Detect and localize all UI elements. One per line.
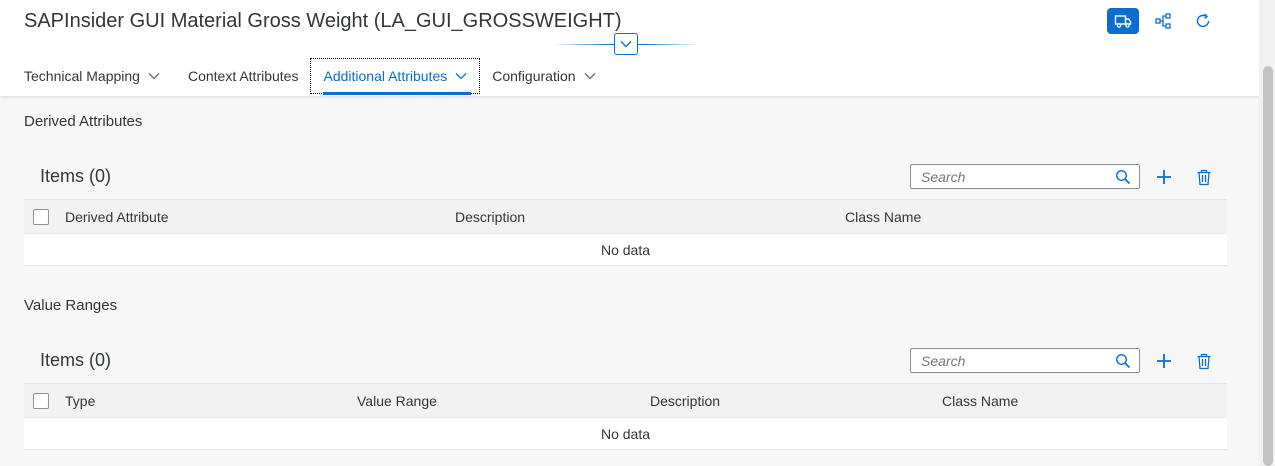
- add-button[interactable]: [1153, 350, 1175, 372]
- tab-label: Additional Attributes: [323, 68, 448, 84]
- trash-icon: [1197, 353, 1211, 369]
- chevron-down-icon: [455, 72, 467, 80]
- scrollbar-thumb[interactable]: [1263, 66, 1273, 466]
- column-header[interactable]: Description: [455, 209, 525, 225]
- column-header[interactable]: Type: [65, 393, 95, 409]
- select-all-checkbox[interactable]: [33, 393, 49, 409]
- truck-button[interactable]: [1107, 8, 1139, 34]
- tab-label: Configuration: [492, 68, 576, 84]
- no-data-row: No data: [24, 418, 1227, 450]
- search-input[interactable]: [911, 352, 1107, 369]
- table-header-row: Type Value Range Description Class Name: [24, 383, 1227, 418]
- search-icon[interactable]: [1115, 169, 1131, 190]
- search-icon[interactable]: [1115, 353, 1131, 374]
- chevron-down-icon: [584, 72, 596, 80]
- section-title-derived-attributes: Derived Attributes: [24, 113, 143, 130]
- chevron-down-icon: [148, 72, 160, 80]
- table-toolbar: Items (0): [24, 337, 1227, 383]
- column-header[interactable]: Value Range: [357, 393, 437, 409]
- section-title-value-ranges: Value Ranges: [24, 297, 118, 314]
- tab-additional-attributes[interactable]: Additional Attributes: [310, 58, 481, 95]
- search-input[interactable]: [911, 168, 1107, 185]
- tab-configuration[interactable]: Configuration: [480, 58, 607, 94]
- object-page-header: SAPInsider GUI Material Gross Weight (LA…: [0, 0, 1259, 96]
- column-header[interactable]: Description: [650, 393, 720, 409]
- add-button[interactable]: [1153, 166, 1175, 188]
- chevron-down-icon: [620, 41, 632, 48]
- no-data-row: No data: [24, 234, 1227, 266]
- share-network-icon: [1155, 13, 1171, 29]
- items-count-title: Items (0): [40, 165, 112, 186]
- tab-label: Context Attributes: [187, 68, 299, 84]
- plus-icon: [1157, 170, 1171, 184]
- search-field[interactable]: [910, 164, 1140, 189]
- table-toolbar: Items (0): [24, 153, 1227, 199]
- trash-icon: [1197, 169, 1211, 185]
- page-title: SAPInsider GUI Material Gross Weight (LA…: [24, 10, 622, 32]
- delete-button[interactable]: [1193, 350, 1215, 372]
- collapse-header-button[interactable]: [614, 33, 638, 55]
- value-ranges-table: Items (0) Type Value Range Description C…: [24, 337, 1227, 450]
- vertical-scrollbar[interactable]: [1259, 0, 1275, 466]
- items-count-title: Items (0): [40, 349, 112, 370]
- select-all-checkbox[interactable]: [33, 209, 49, 225]
- column-header[interactable]: Derived Attribute: [65, 209, 169, 225]
- tab-context-attributes[interactable]: Context Attributes: [176, 58, 311, 94]
- table-header-row: Derived Attribute Description Class Name: [24, 199, 1227, 234]
- column-header[interactable]: Class Name: [942, 393, 1018, 409]
- search-field[interactable]: [910, 348, 1140, 373]
- tab-label: Technical Mapping: [24, 68, 140, 84]
- delete-button[interactable]: [1193, 166, 1215, 188]
- derived-attributes-table: Items (0) Derived Attribute Description …: [24, 153, 1227, 266]
- share-button[interactable]: [1147, 8, 1179, 34]
- column-header[interactable]: Class Name: [845, 209, 921, 225]
- header-actions: [1107, 8, 1219, 34]
- plus-icon: [1157, 354, 1171, 368]
- refresh-button[interactable]: [1187, 8, 1219, 34]
- refresh-icon: [1196, 13, 1210, 28]
- anchor-bar: Technical Mapping Context Attributes Add…: [0, 58, 608, 96]
- truck-icon: [1114, 15, 1132, 28]
- table: Derived Attribute Description Class Name…: [24, 199, 1227, 266]
- table: Type Value Range Description Class Name …: [24, 383, 1227, 450]
- tab-technical-mapping[interactable]: Technical Mapping: [12, 58, 172, 94]
